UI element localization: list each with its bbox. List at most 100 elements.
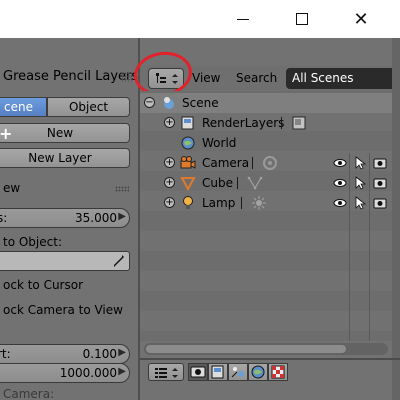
minimize-icon [237, 18, 249, 20]
camera-icon [180, 156, 196, 169]
scenes-dropdown[interactable]: All Scenes [286, 68, 396, 89]
expand-icon[interactable]: + [164, 157, 175, 168]
horizontal-scrollbar[interactable] [144, 343, 388, 355]
editor-type-button[interactable] [148, 363, 184, 381]
tree-row-cube[interactable]: + Cube [140, 173, 392, 193]
tree-row-renderlayers[interactable]: + RenderLayers [140, 113, 392, 133]
lock-camera-label[interactable]: ock Camera to View [3, 303, 123, 317]
properties-header [140, 360, 392, 384]
tree-label-scene: Scene [182, 96, 219, 110]
scene-toggle-button[interactable]: cene [0, 97, 47, 117]
lock-object-field[interactable] [0, 251, 130, 271]
maximize-button[interactable] [279, 0, 325, 38]
eye-icon[interactable] [333, 176, 347, 190]
expand-icon[interactable]: + [164, 177, 175, 188]
tree-row-lamp[interactable]: + Lamp [140, 193, 392, 213]
close-icon: ✕ [353, 8, 369, 30]
outliner-editor: View Search All Scenes − Scene + RenderL… [131, 38, 400, 400]
render-layer-icon[interactable] [291, 115, 307, 131]
lamp-data-icon[interactable] [251, 195, 267, 211]
column-divider [349, 153, 350, 341]
clip-start-value: 0.100 [82, 347, 117, 361]
distance-label: s: [0, 211, 8, 225]
camera-data-icon[interactable] [262, 155, 278, 171]
separator [281, 117, 282, 129]
distance-value: 35.000 [75, 211, 117, 225]
tree-label-camera: Camera [202, 156, 250, 170]
separator [252, 157, 253, 169]
column-divider [369, 153, 370, 341]
expand-icon[interactable]: + [164, 117, 175, 128]
clip-start-field[interactable]: rt: 0.100 ▶ [0, 344, 130, 364]
cube-icon [180, 177, 196, 191]
object-toggle-label: Object [68, 100, 109, 114]
render-camera-icon[interactable] [373, 176, 387, 190]
tree-label-lamp: Lamp [202, 196, 236, 210]
tree-row-scene[interactable]: − Scene [140, 93, 392, 113]
tree-label-renderlayers: RenderLayers [202, 116, 285, 130]
render-camera-icon[interactable] [373, 156, 387, 170]
view-menu[interactable]: View [192, 71, 220, 85]
window-titlebar: ✕ [0, 0, 400, 38]
properties-editor-icon [155, 368, 178, 378]
outliner-tree: − Scene + RenderLayers World + Camera + … [140, 91, 392, 341]
render-layers-tab[interactable] [208, 363, 228, 381]
new-button[interactable]: + New [0, 123, 130, 143]
tree-row-camera[interactable]: + Camera [140, 153, 392, 173]
eye-icon[interactable] [333, 156, 347, 170]
eyedropper-icon[interactable] [113, 254, 125, 268]
new-layer-label: New Layer [28, 151, 92, 165]
render-tab[interactable] [188, 363, 208, 381]
texture-tab[interactable] [268, 363, 288, 381]
panel-title: Grease Pencil Layers [3, 69, 139, 84]
renderlayers-icon [181, 116, 194, 130]
cursor-select-icon[interactable] [353, 156, 367, 170]
area-resize-edge[interactable] [392, 38, 400, 400]
world-icon [251, 365, 265, 379]
scene-icon [231, 367, 244, 378]
plus-icon: + [0, 124, 13, 143]
search-menu[interactable]: Search [236, 71, 277, 85]
scenes-dropdown-value: All Scenes [292, 71, 354, 85]
object-toggle-button[interactable]: Object [47, 97, 130, 117]
scene-icon [164, 97, 174, 109]
tree-row-world[interactable]: World [140, 133, 392, 153]
chevron-right-icon: ▶ [118, 366, 126, 377]
render-camera-icon [190, 366, 206, 378]
drag-grip-icon[interactable] [115, 186, 129, 192]
grease-pencil-layers-header[interactable]: Grease Pencil Layers [0, 66, 138, 88]
outliner-header: View Search All Scenes [131, 48, 396, 100]
new-layer-button[interactable]: New Layer [0, 148, 130, 168]
world-tab[interactable] [248, 363, 268, 381]
view-section-label[interactable]: ew [3, 181, 20, 195]
clip-start-label: rt: [0, 347, 11, 361]
collapse-icon[interactable]: − [144, 97, 155, 108]
chevron-right-icon: ▶ [118, 211, 126, 222]
lock-to-object-label: to Object: [3, 235, 62, 249]
minimize-button[interactable] [220, 0, 266, 38]
distance-field[interactable]: s: 35.000 ▶ [0, 208, 130, 228]
renderlayers-icon [211, 365, 224, 379]
camera-label: Camera: [3, 387, 55, 400]
cursor-select-icon[interactable] [353, 196, 367, 210]
expand-icon[interactable]: + [164, 197, 175, 208]
separator [241, 197, 242, 209]
separator [237, 177, 238, 189]
mesh-data-icon[interactable] [247, 175, 263, 191]
new-button-label: New [46, 126, 74, 140]
scrollbar-thumb[interactable] [146, 345, 346, 353]
eye-icon[interactable] [333, 196, 347, 210]
maximize-icon [296, 13, 308, 25]
render-camera-icon[interactable] [373, 196, 387, 210]
lock-to-cursor-label[interactable]: ock to Cursor [3, 278, 83, 292]
clip-end-field[interactable]: 1000.000 ▶ [0, 363, 130, 383]
drag-grip-icon[interactable] [121, 72, 133, 82]
lamp-icon [183, 196, 193, 209]
close-button[interactable]: ✕ [338, 0, 384, 38]
chevron-right-icon: ▶ [118, 347, 126, 358]
cursor-select-icon[interactable] [353, 176, 367, 190]
scene-tab[interactable] [228, 363, 248, 381]
properties-panel: Grease Pencil Layers cene Object + New N… [0, 38, 138, 400]
checker-texture-icon [271, 365, 285, 379]
tree-label-cube: Cube [202, 176, 233, 190]
